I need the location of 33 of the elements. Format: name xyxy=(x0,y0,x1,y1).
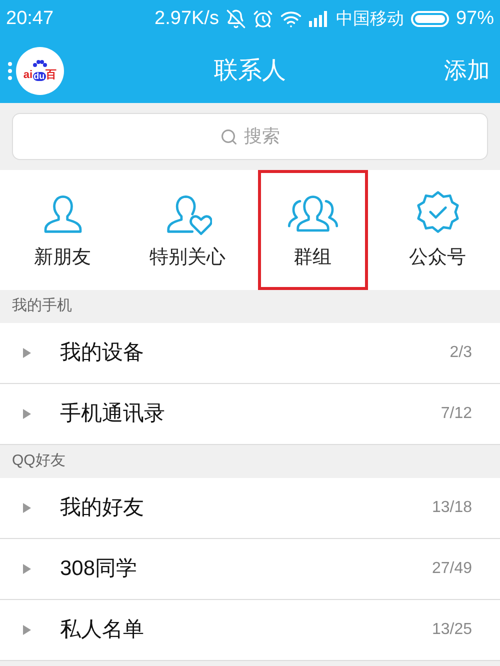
signal-icon xyxy=(308,11,329,27)
carrier-name: 中国移动 xyxy=(336,8,404,30)
shortcut-button[interactable]: 公众号 xyxy=(382,170,492,290)
group-count: 13/18 xyxy=(432,498,473,518)
group-name: 私人名单 xyxy=(60,617,144,644)
group-name: 我的好友 xyxy=(60,495,144,522)
section-header: 我的手机 xyxy=(12,296,72,316)
battery-icon xyxy=(410,11,449,27)
group-name: 手机通讯录 xyxy=(60,401,165,428)
section-header: QQ好友 xyxy=(12,451,66,472)
group-count: 13/25 xyxy=(432,620,473,640)
status-time: 20:47 xyxy=(6,6,54,31)
group-name: 308同学 xyxy=(60,556,138,582)
shortcut-button[interactable]: 特别关心 xyxy=(132,170,242,290)
mute-icon xyxy=(226,9,246,29)
group-row[interactable]: 手机通讯录 7/12 xyxy=(0,384,500,445)
group-row[interactable]: 私人名单 13/25 xyxy=(0,600,500,661)
group-count: 2/3 xyxy=(450,343,473,363)
search-icon xyxy=(220,128,238,146)
group-row[interactable]: 308同学 27/49 xyxy=(0,539,500,600)
menu-icon[interactable] xyxy=(8,62,12,80)
group-row[interactable]: 我的好友 13/18 xyxy=(0,478,500,539)
group-row[interactable]: 我的设备 2/3 xyxy=(0,323,500,384)
network-speed: 2.97K/s xyxy=(154,6,219,31)
shortcut-button[interactable]: 新朋友 xyxy=(8,170,118,290)
battery-percent: 97% xyxy=(456,6,494,31)
group-name: 我的设备 xyxy=(60,340,144,366)
shortcut-button[interactable]: 群组 xyxy=(258,170,368,290)
avatar-logo[interactable]: ai du百 xyxy=(16,46,64,94)
alarm-icon xyxy=(252,9,273,29)
group-count: 7/12 xyxy=(440,404,473,424)
page-title: 联系人 xyxy=(214,56,286,86)
group-count: 27/49 xyxy=(432,559,473,579)
